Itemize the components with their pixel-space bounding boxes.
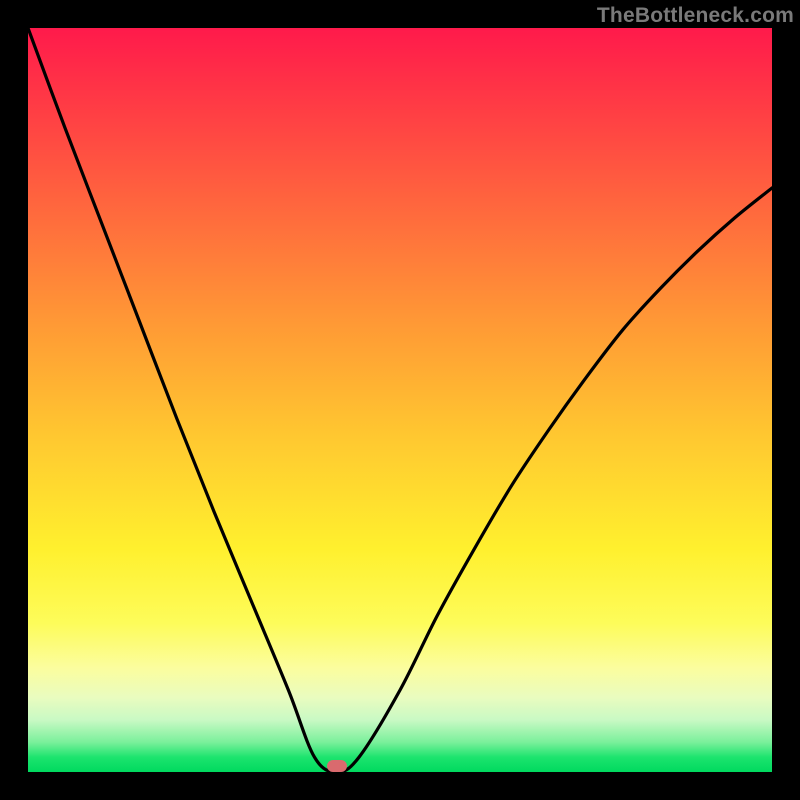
bottleneck-curve [28,28,772,772]
watermark-text: TheBottleneck.com [597,4,794,28]
plot-area [28,28,772,772]
chart-frame: TheBottleneck.com [0,0,800,800]
curve-svg [28,28,772,772]
minimum-marker [327,760,347,772]
